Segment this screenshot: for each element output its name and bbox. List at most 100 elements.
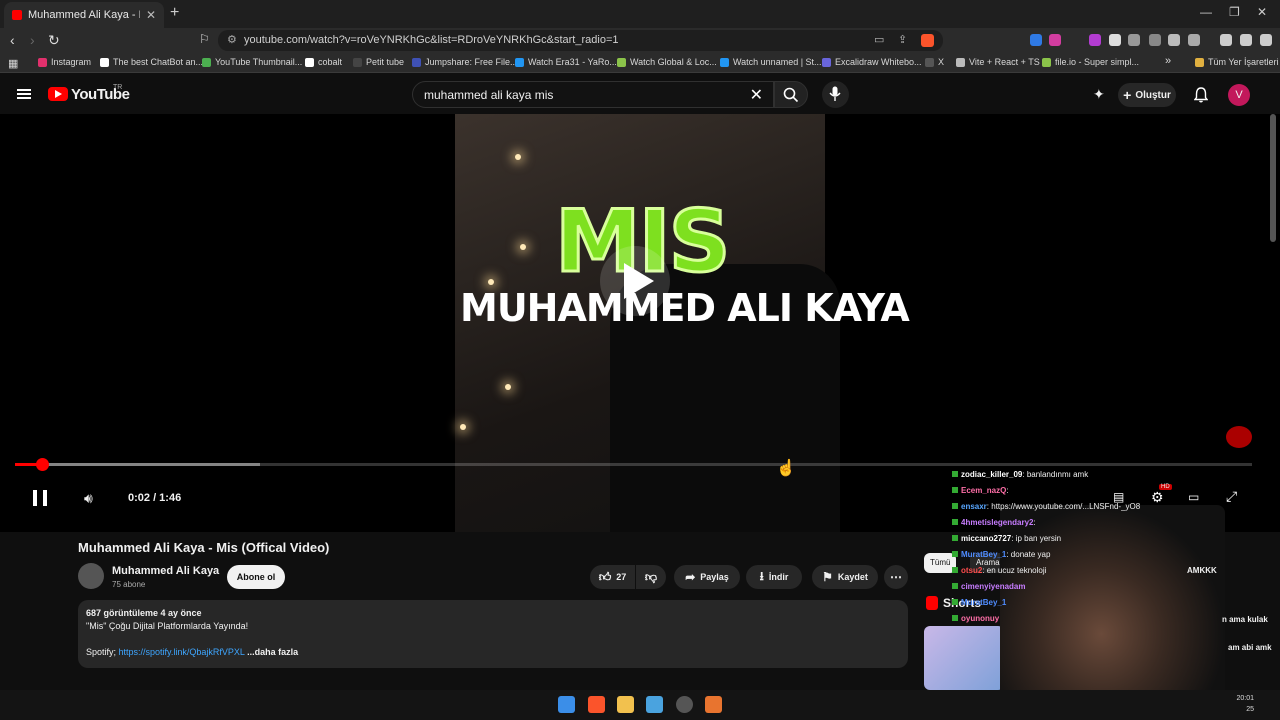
studio-icon[interactable]: ✦ <box>1093 86 1105 103</box>
page-scrollbar[interactable] <box>1270 114 1276 242</box>
chat-username: ensaxr <box>961 502 987 511</box>
chat-fragment: am abi amk <box>1228 643 1272 652</box>
seek-handle[interactable] <box>36 458 50 471</box>
account-avatar[interactable]: V <box>1228 84 1250 106</box>
bookmarks-overflow-button[interactable]: » <box>1165 55 1171 67</box>
fullscreen-icon[interactable]: ⤢ <box>1226 488 1237 505</box>
clock-date: 25 <box>1246 706 1254 713</box>
app-icon[interactable] <box>705 696 722 713</box>
description-box[interactable]: 687 görüntüleme 4 ay önce "Mis" Çoğu Dij… <box>78 600 908 668</box>
bookmark-item[interactable]: YouTube Thumbnail... <box>202 57 302 67</box>
windows-start-icon[interactable] <box>558 696 575 713</box>
bookmark-page-icon[interactable]: ⚐ <box>199 32 210 46</box>
bookmark-item[interactable]: Watch Era31 - YaRo... <box>515 57 617 67</box>
sidebar-icon[interactable] <box>1188 34 1200 46</box>
chat-username: MuratBey_1 <box>961 598 1007 607</box>
browser-tab-active[interactable]: Muhammed Ali Kaya - Mis (Offic ✕ <box>4 2 164 28</box>
views-and-date: 687 görüntüleme 4 ay önce <box>86 608 202 618</box>
more-actions-button[interactable]: ⋯ <box>884 565 908 589</box>
notifications-bell-icon[interactable] <box>1194 87 1208 103</box>
create-button[interactable]: + Oluştur <box>1118 83 1176 107</box>
bookmark-item[interactable]: The best ChatBot an... <box>100 57 203 67</box>
brave-browser-icon[interactable] <box>588 696 605 713</box>
photos-icon[interactable] <box>646 696 663 713</box>
bookmark-item[interactable]: Watch Global & Loc... <box>617 57 717 67</box>
bookmark-favicon-icon <box>1042 57 1051 67</box>
extension-icon[interactable] <box>1030 34 1042 46</box>
bookmark-item[interactable]: Jumpshare: Free File... <box>412 57 518 67</box>
address-bar[interactable]: ⚙ youtube.com/watch?v=roVeYNRKhGc&list=R… <box>218 30 943 51</box>
cast-icon[interactable]: ▭ <box>874 33 884 46</box>
reload-icon[interactable]: ↻ <box>48 32 60 49</box>
tab-close-icon[interactable]: ✕ <box>146 8 156 22</box>
chat-badge-icon <box>952 599 958 605</box>
windows-taskbar: 20:01 25 <box>0 690 1280 720</box>
bookmark-item[interactable]: Petit tube <box>353 57 404 67</box>
forward-icon[interactable]: › <box>30 32 35 48</box>
bookmark-favicon-icon <box>353 57 362 67</box>
media-icon[interactable] <box>1220 34 1232 46</box>
bookmark-item[interactable]: cobalt <box>305 57 342 67</box>
back-icon[interactable]: ‹ <box>10 32 15 48</box>
channel-avatar[interactable] <box>78 563 104 589</box>
seek-bar[interactable] <box>15 458 1252 471</box>
bookmark-item[interactable]: Excalidraw Whitebo... <box>822 57 922 67</box>
search-query-text: muhammed ali kaya mis <box>424 88 554 102</box>
system-clock[interactable]: 20:01 25 <box>1236 693 1254 715</box>
apps-grid-icon[interactable]: ▦ <box>8 57 18 70</box>
share-button[interactable]: ➦ Paylaş <box>674 565 740 589</box>
wallet-icon[interactable] <box>1240 34 1252 46</box>
large-play-icon[interactable] <box>600 246 670 316</box>
search-button[interactable] <box>774 81 808 108</box>
bookmark-item[interactable]: X <box>925 57 944 67</box>
chat-badge-icon <box>952 583 958 589</box>
youtube-logo-icon[interactable] <box>48 87 68 101</box>
subscribe-button[interactable]: Abone ol <box>227 565 285 589</box>
bookmark-item[interactable]: Instagram <box>38 57 91 67</box>
menu-icon[interactable] <box>1260 34 1272 46</box>
extension-icon[interactable] <box>1109 34 1121 46</box>
minimize-icon[interactable]: — <box>1200 5 1212 19</box>
chat-username: Ecem_nazQ <box>961 486 1007 495</box>
bookmark-item[interactable]: Vite + React + TS <box>956 57 1040 67</box>
bookmark-favicon-icon <box>720 57 729 67</box>
microphone-icon <box>829 86 841 101</box>
brave-shield-icon[interactable] <box>921 34 934 47</box>
dislike-button[interactable]: 👎︎ <box>636 565 666 589</box>
new-tab-button[interactable]: + <box>170 4 179 22</box>
chat-text: : <box>1006 486 1009 495</box>
extension-icon[interactable] <box>1128 34 1140 46</box>
more-horizontal-icon: ⋯ <box>890 570 902 584</box>
volume-icon[interactable]: 🔊︎ <box>84 490 93 507</box>
save-button[interactable]: ⚑ Kaydet <box>812 565 878 589</box>
clear-search-icon[interactable]: ✕ <box>750 85 763 105</box>
share-label: Paylaş <box>700 572 729 582</box>
menu-hamburger-icon[interactable] <box>17 89 31 99</box>
extension-icon[interactable] <box>1089 34 1101 46</box>
channel-watermark-icon[interactable] <box>1226 426 1252 448</box>
search-input[interactable]: muhammed ali kaya mis ✕ <box>412 81 774 108</box>
like-button[interactable]: 👍︎ 27 <box>590 565 635 589</box>
all-bookmarks-folder[interactable]: Tüm Yer İşaretleri <box>1195 57 1279 67</box>
chat-badge-icon <box>952 503 958 509</box>
close-window-icon[interactable]: ✕ <box>1257 5 1267 19</box>
spotify-link[interactable]: https://spotify.link/QbajkRfVPXL <box>119 647 245 657</box>
extension-icon[interactable] <box>1049 34 1061 46</box>
show-more-button[interactable]: ...daha fazla <box>247 647 298 657</box>
download-button[interactable]: ⭳ İndir <box>746 565 802 589</box>
share-icon[interactable]: ⇪ <box>898 33 907 46</box>
voice-search-button[interactable] <box>822 81 849 108</box>
pause-icon[interactable] <box>33 490 47 506</box>
channel-name[interactable]: Muhammed Ali Kaya <box>112 565 219 577</box>
chat-badge-icon <box>952 487 958 493</box>
file-explorer-icon[interactable] <box>617 696 634 713</box>
bookmark-item[interactable]: file.io - Super simpl... <box>1042 57 1139 67</box>
site-info-icon[interactable]: ⚙ <box>227 33 237 46</box>
bookmark-item[interactable]: Watch unnamed | St... <box>720 57 822 67</box>
url-text: youtube.com/watch?v=roVeYNRKhGc&list=RDr… <box>244 34 619 46</box>
extension-icon[interactable] <box>1149 34 1161 46</box>
download-icon: ⭳ <box>759 568 764 583</box>
restore-icon[interactable]: ❐ <box>1229 5 1240 19</box>
obs-icon[interactable] <box>676 696 693 713</box>
extensions-puzzle-icon[interactable] <box>1168 34 1180 46</box>
